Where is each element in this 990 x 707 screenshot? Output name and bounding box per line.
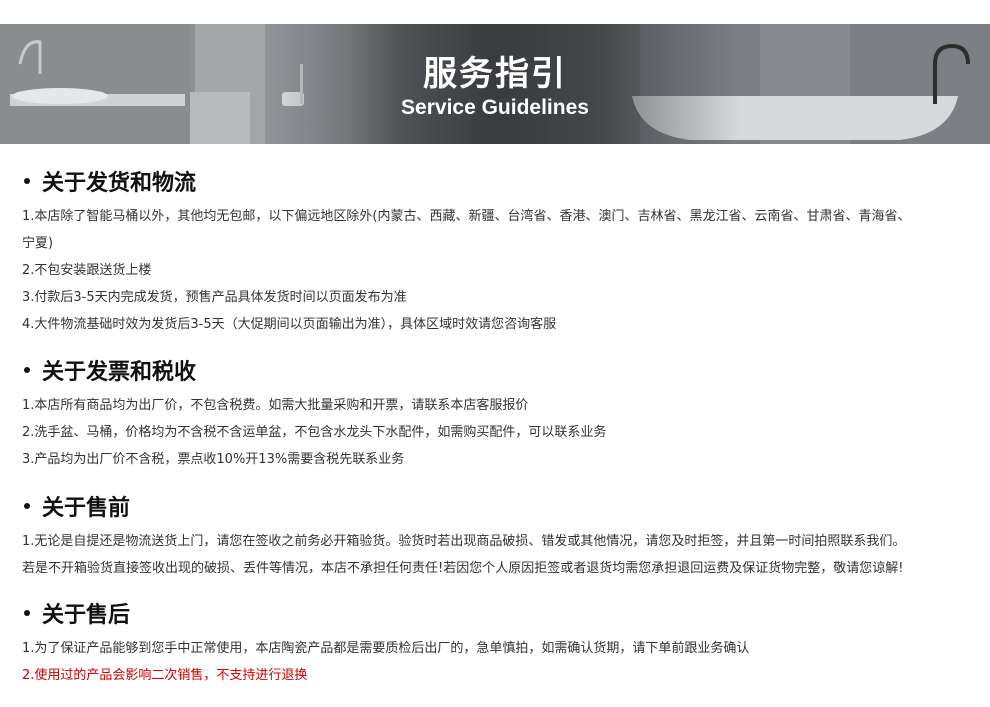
- list-item: 1.本店所有商品均为出厂价，不包含税费。如需大批量采购和开票，请联系本店客服报价: [22, 398, 529, 413]
- section-body: 1.无论是自提还是物流送货上门，请您在签收之前务必开箱验货。验货时若出现商品破损…: [22, 528, 982, 582]
- section-presale: 关于售前 1.无论是自提还是物流送货上门，请您在签收之前务必开箱验货。验货时若出…: [22, 491, 982, 582]
- list-item: 3.产品均为出厂价不含税，票点收10%开13%需要含税先联系业务: [22, 452, 405, 467]
- section-heading: 关于售前: [22, 491, 982, 521]
- list-item: 4.大件物流基础时效为发货后3-5天（大促期间以页面输出为准），具体区域时效请您…: [22, 317, 557, 332]
- banner: 服务指引 Service Guidelines: [0, 24, 990, 144]
- section-body: 1.为了保证产品能够到您手中正常使用，本店陶瓷产品都是需要质检后出厂的，急单慎拍…: [22, 635, 982, 689]
- section-body: 1.本店除了智能马桶以外，其他均无包邮，以下偏远地区除外(内蒙古、西藏、新疆、台…: [22, 203, 982, 338]
- section-title: 关于发货和物流: [42, 171, 197, 196]
- section-body: 1.本店所有商品均为出厂价，不包含税费。如需大批量采购和开票，请联系本店客服报价…: [22, 392, 982, 473]
- section-shipping: 关于发货和物流 1.本店除了智能马桶以外，其他均无包邮，以下偏远地区除外(内蒙古…: [22, 166, 982, 338]
- section-invoice: 关于发票和税收 1.本店所有商品均为出厂价，不包含税费。如需大批量采购和开票，请…: [22, 355, 982, 473]
- list-item: 宁夏): [22, 236, 54, 251]
- page-title: 服务指引: [423, 54, 567, 94]
- list-item-warning: 2.使用过的产品会影响二次销售，不支持进行退换: [22, 668, 308, 683]
- page-subtitle: Service Guidelines: [401, 96, 589, 119]
- list-item: 1.为了保证产品能够到您手中正常使用，本店陶瓷产品都是需要质检后出厂的，急单慎拍…: [22, 641, 750, 656]
- bullet-icon: [24, 367, 30, 373]
- list-item: 若是不开箱验货直接签收出现的破损、丢件等情况，本店不承担任何责任!若因您个人原因…: [22, 561, 904, 576]
- section-title: 关于发票和税收: [42, 360, 197, 385]
- list-item: 1.本店除了智能马桶以外，其他均无包邮，以下偏远地区除外(内蒙古、西藏、新疆、台…: [22, 209, 911, 224]
- list-item: 3.付款后3-5天内完成发货，预售产品具体发货时间以页面发布为准: [22, 290, 407, 305]
- section-aftersale: 关于售后 1.为了保证产品能够到您手中正常使用，本店陶瓷产品都是需要质检后出厂的…: [22, 598, 982, 689]
- bullet-icon: [24, 610, 30, 616]
- list-item: 2.洗手盆、马桶，价格均为不含税不含运单盆，不包含水龙头下水配件，如需购买配件，…: [22, 425, 607, 440]
- section-heading: 关于发票和税收: [22, 355, 982, 385]
- section-title: 关于售前: [42, 496, 131, 521]
- list-item: 2.不包安装跟送货上楼: [22, 263, 152, 278]
- section-heading: 关于发货和物流: [22, 166, 982, 196]
- bullet-icon: [24, 503, 30, 509]
- bullet-icon: [24, 178, 30, 184]
- section-heading: 关于售后: [22, 598, 982, 628]
- section-title: 关于售后: [42, 603, 131, 628]
- list-item: 1.无论是自提还是物流送货上门，请您在签收之前务必开箱验货。验货时若出现商品破损…: [22, 534, 906, 549]
